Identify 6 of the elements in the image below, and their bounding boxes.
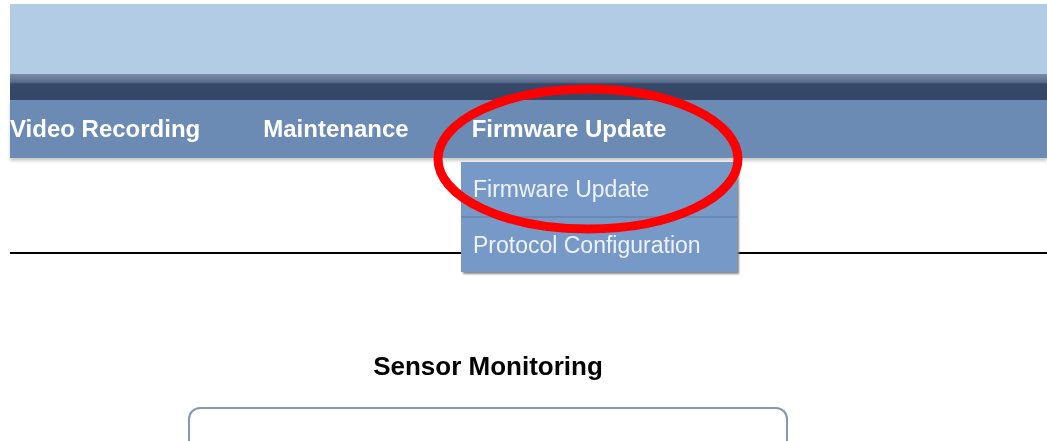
nav-menu-item[interactable]: Firmware Update bbox=[471, 115, 667, 143]
section-title: Sensor Monitoring bbox=[372, 351, 604, 382]
dropdown-item[interactable]: Firmware Update bbox=[461, 162, 737, 218]
nav-menu-item[interactable]: Maintenance bbox=[263, 115, 409, 143]
dropdown-item[interactable]: Protocol Configuration bbox=[461, 218, 737, 272]
nav-menu-item[interactable]: Video Recording bbox=[10, 115, 201, 143]
